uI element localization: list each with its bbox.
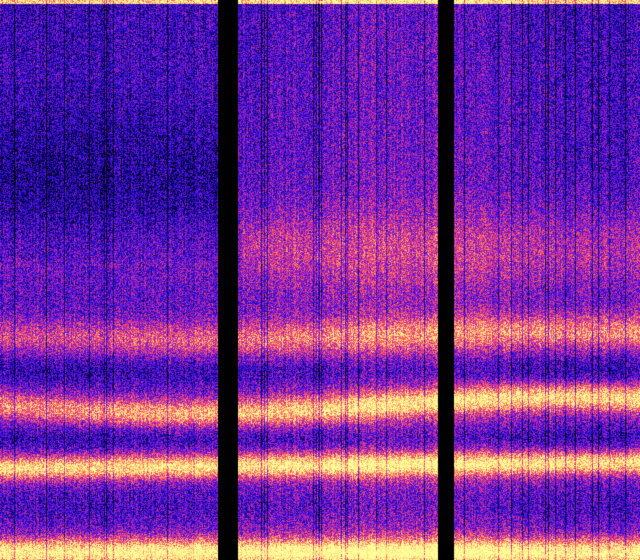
spectrogram-image [0, 0, 640, 560]
spectrogram-canvas [0, 0, 640, 560]
